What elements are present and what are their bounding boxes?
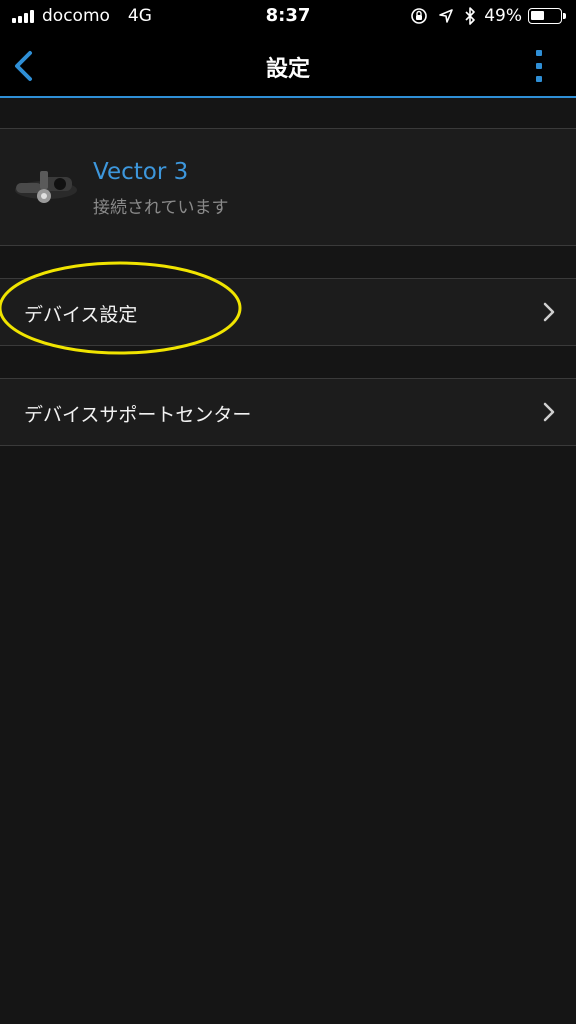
status-bar-right: 49% [400,5,566,27]
battery-level [531,11,544,20]
device-settings-row[interactable]: デバイス設定 [0,278,576,346]
status-bar: docomo 4G 8:37 49% [0,0,576,34]
page-title: 設定 [265,57,310,82]
device-card[interactable]: Vector 3 接続されています [0,128,576,246]
orientation-lock-icon [411,8,428,24]
device-name: Vector 3 [93,159,189,185]
device-support-center-row[interactable]: デバイスサポートセンター [0,378,576,446]
settings-screen: docomo 4G 8:37 49% 設定 Vector 3 接続されています … [0,0,576,1024]
location-arrow-icon [439,9,454,23]
chevron-right-icon [543,402,555,422]
chevron-right-icon [543,302,555,322]
pedal-sensor-image [15,171,77,203]
navigation-bar: 設定 [0,34,576,98]
device-connection-status: 接続されています [93,198,229,218]
device-settings-label: デバイス設定 [24,304,138,326]
battery-icon [528,8,566,24]
bluetooth-icon [465,7,476,25]
battery-percent: 49% [484,6,522,26]
device-support-center-label: デバイスサポートセンター [24,404,252,426]
more-options-button[interactable] [532,46,548,86]
